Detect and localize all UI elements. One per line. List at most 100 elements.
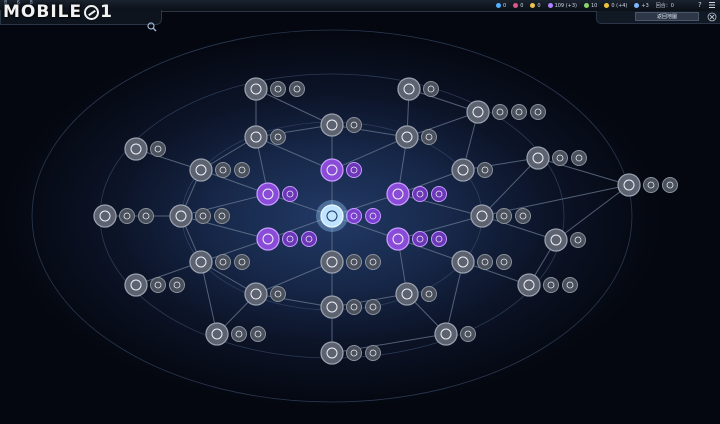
tech-leaf-node[interactable] [365, 208, 381, 224]
return-to-map-button[interactable]: 返回地圖 [635, 12, 699, 21]
tech-node-disc[interactable] [124, 137, 148, 161]
tech-node-hand[interactable] [320, 113, 362, 137]
tech-node-disc[interactable] [320, 158, 344, 182]
menu-icon[interactable] [708, 1, 716, 9]
tech-leaf-node[interactable] [365, 345, 381, 361]
tech-node-disc[interactable] [205, 322, 229, 346]
tech-node-rocket[interactable] [617, 173, 678, 197]
tech-node-orbit[interactable] [395, 125, 437, 149]
tech-node-colony[interactable] [316, 200, 381, 232]
tech-leaf-node[interactable] [530, 104, 546, 120]
tech-node-dish[interactable] [320, 250, 381, 274]
tech-node-disc[interactable] [320, 295, 344, 319]
tech-leaf-node[interactable] [431, 186, 447, 202]
tech-node-pick[interactable] [256, 227, 317, 251]
tech-leaf-node[interactable] [562, 277, 578, 293]
tech-node-needle[interactable] [124, 273, 185, 297]
tech-leaf-node[interactable] [150, 141, 166, 157]
tech-leaf-node[interactable] [543, 277, 559, 293]
tech-leaf-node[interactable] [346, 117, 362, 133]
tech-node-ring[interactable] [93, 204, 154, 228]
tech-leaf-node[interactable] [431, 231, 447, 247]
tech-leaf-node[interactable] [282, 186, 298, 202]
tech-node-seed[interactable] [244, 77, 305, 101]
tech-leaf-node[interactable] [215, 254, 231, 270]
tech-node-disc[interactable] [189, 158, 213, 182]
tech-node-wrench[interactable] [386, 182, 447, 206]
tech-leaf-node[interactable] [496, 208, 512, 224]
tech-node-tree[interactable] [189, 250, 250, 274]
tech-node-disc[interactable] [617, 173, 641, 197]
resource-population[interactable]: +3 [634, 3, 649, 9]
tech-node-antenna[interactable] [395, 282, 437, 306]
resource-production[interactable]: 0 (+4) [604, 3, 627, 9]
tech-leaf-node[interactable] [423, 81, 439, 97]
tech-leaf-node[interactable] [346, 208, 362, 224]
tech-leaf-node[interactable] [270, 129, 286, 145]
tech-node-star[interactable] [386, 227, 447, 251]
tech-leaf-node[interactable] [412, 186, 428, 202]
tech-leaf-node[interactable] [662, 177, 678, 193]
tech-leaf-node[interactable] [195, 208, 211, 224]
tech-leaf-node[interactable] [571, 150, 587, 166]
tech-leaf-node[interactable] [515, 208, 531, 224]
tech-node-disc[interactable] [466, 100, 490, 124]
tech-node-pod[interactable] [169, 204, 230, 228]
tech-leaf-node[interactable] [231, 326, 247, 342]
tech-leaf-node[interactable] [214, 208, 230, 224]
tech-leaf-node[interactable] [346, 254, 362, 270]
tech-leaf-node[interactable] [365, 254, 381, 270]
tech-node-cell[interactable] [256, 182, 298, 206]
tech-leaf-node[interactable] [552, 150, 568, 166]
tech-leaf-node[interactable] [412, 231, 428, 247]
tech-node-drop[interactable] [320, 295, 381, 319]
tech-node-half[interactable] [124, 137, 166, 161]
tech-node-grid[interactable] [517, 273, 578, 297]
tech-node-disc[interactable] [256, 227, 280, 251]
tech-node-disc[interactable] [320, 204, 344, 228]
tech-node-tank[interactable] [434, 322, 476, 346]
tech-node-box[interactable] [451, 250, 512, 274]
tech-node-disc[interactable] [517, 273, 541, 297]
search-icon[interactable] [147, 22, 157, 32]
tech-node-disc[interactable] [451, 250, 475, 274]
tech-node-mountain[interactable] [470, 204, 531, 228]
tech-leaf-node[interactable] [250, 326, 266, 342]
tech-leaf-node[interactable] [492, 104, 508, 120]
tech-node-coil[interactable] [205, 322, 266, 346]
tech-leaf-node[interactable] [301, 231, 317, 247]
help-question-icon[interactable]: ? [698, 1, 702, 9]
tech-node-disc[interactable] [386, 227, 410, 251]
tech-leaf-node[interactable] [365, 299, 381, 315]
tech-leaf-node[interactable] [346, 299, 362, 315]
tech-node-disc[interactable] [169, 204, 193, 228]
tech-node-gear[interactable] [526, 146, 587, 170]
tech-node-disc[interactable] [397, 77, 421, 101]
tech-leaf-node[interactable] [346, 345, 362, 361]
tech-leaf-node[interactable] [282, 231, 298, 247]
tech-node-disc[interactable] [386, 182, 410, 206]
resource-gold[interactable]: 109 (+3) [547, 3, 577, 9]
tech-node-crowd[interactable] [466, 100, 546, 124]
tech-leaf-node[interactable] [270, 286, 286, 302]
tech-leaf-node[interactable] [496, 254, 512, 270]
tech-node-disc[interactable] [526, 146, 550, 170]
tech-leaf-node[interactable] [421, 286, 437, 302]
tech-node-disc[interactable] [244, 282, 268, 306]
tech-node-disc[interactable] [244, 125, 268, 149]
tech-node-disc[interactable] [320, 113, 344, 137]
tech-node-ship[interactable] [451, 158, 493, 182]
tech-leaf-node[interactable] [150, 277, 166, 293]
tech-node-orbit[interactable] [397, 77, 439, 101]
tech-node-ring[interactable] [189, 158, 250, 182]
tech-node-disc[interactable] [320, 341, 344, 365]
resource-science[interactable]: 0 [496, 3, 506, 9]
tech-leaf-node[interactable] [421, 129, 437, 145]
tech-node-disc[interactable] [93, 204, 117, 228]
tech-leaf-node[interactable] [643, 177, 659, 193]
tech-node-disc[interactable] [544, 228, 568, 252]
tech-node-disc[interactable] [256, 182, 280, 206]
tech-leaf-node[interactable] [169, 277, 185, 293]
tech-leaf-node[interactable] [460, 326, 476, 342]
tech-leaf-node[interactable] [234, 162, 250, 178]
